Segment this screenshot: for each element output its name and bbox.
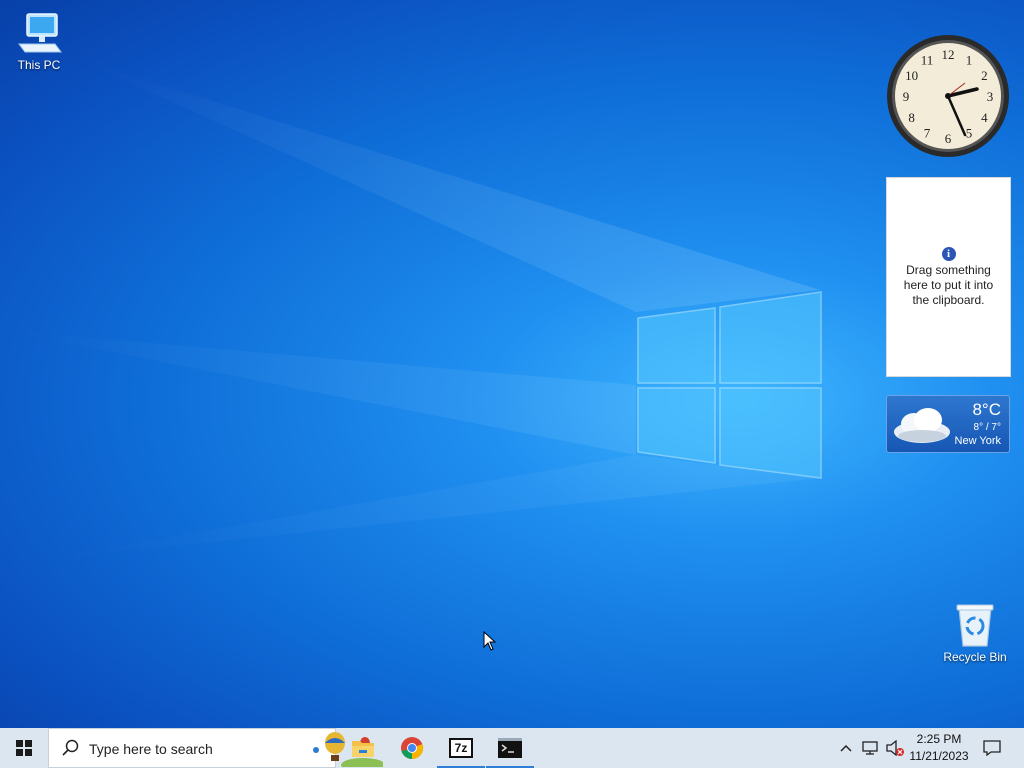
network-icon xyxy=(862,741,878,755)
taskbar-date: 11/21/2023 xyxy=(909,749,969,763)
this-pc-icon xyxy=(18,13,62,53)
mouse-cursor-icon xyxy=(483,631,497,651)
windows-logo-wallpaper xyxy=(637,291,822,479)
action-center-button[interactable] xyxy=(978,728,1006,768)
clock-number: 10 xyxy=(905,68,918,83)
taskbar-app-7zip[interactable]: 7z xyxy=(437,728,485,768)
clock-gadget[interactable]: 12 1 2 3 4 5 6 7 8 9 10 11 xyxy=(886,34,1010,158)
start-button[interactable] xyxy=(0,728,48,768)
clock-number: 1 xyxy=(966,53,973,68)
desktop[interactable]: This PC Recycle Bin 12 1 2 3 4 5 6 7 8 9 10 11 i Dr… xyxy=(0,0,1024,728)
clock-number: 6 xyxy=(945,131,952,146)
wallpaper-light-beams xyxy=(0,60,820,560)
clock-number: 12 xyxy=(942,47,955,62)
taskbar: Type here to search 7z 2:25 PM 11/21/202… xyxy=(0,728,1024,768)
weather-range: 8° / 7° xyxy=(973,422,1001,433)
search-placeholder: Type here to search xyxy=(89,741,213,757)
notification-icon xyxy=(983,740,1001,756)
cloud-icon xyxy=(894,408,950,443)
clipboard-message: Drag something here to put it into the c… xyxy=(903,262,994,307)
chrome-icon xyxy=(401,737,424,760)
taskbar-time: 2:25 PM xyxy=(916,732,962,746)
search-icon xyxy=(62,739,79,756)
clock-number: 7 xyxy=(924,125,931,140)
clock-number: 9 xyxy=(903,89,910,104)
clipboard-gadget[interactable]: i Drag something here to put it into the… xyxy=(886,177,1011,377)
folder-icon xyxy=(352,741,374,757)
recycle-bin-icon xyxy=(956,604,994,647)
analog-clock-face: 12 12 3 45678 9 1011 xyxy=(887,35,1009,157)
taskbar-clock[interactable]: 2:25 PM 11/21/2023 xyxy=(900,728,978,768)
info-icon: i xyxy=(941,246,956,261)
network-status-button[interactable] xyxy=(859,728,883,768)
desktop-icon-label: Recycle Bin xyxy=(943,650,1007,664)
taskbar-app-chrome[interactable] xyxy=(388,728,436,768)
clock-number: 5 xyxy=(966,125,973,140)
7zip-icon: 7z xyxy=(449,738,473,758)
taskbar-app-command-prompt[interactable] xyxy=(486,728,534,768)
chevron-up-icon xyxy=(840,744,852,752)
clock-number: 3 xyxy=(987,89,994,104)
show-hidden-icons-button[interactable] xyxy=(836,728,856,768)
desktop-icon-recycle-bin[interactable]: Recycle Bin xyxy=(937,602,1013,664)
clock-number: 8 xyxy=(908,110,915,125)
taskbar-search-box[interactable]: Type here to search xyxy=(48,728,383,768)
windows-start-icon xyxy=(16,740,32,756)
clock-number: 4 xyxy=(981,110,988,125)
desktop-icon-label: This PC xyxy=(17,58,61,72)
cmd-icon xyxy=(498,738,522,758)
clock-number: 11 xyxy=(921,53,934,68)
weather-city: New York xyxy=(954,435,1001,447)
weather-gadget[interactable]: 8°C 8° / 7° New York xyxy=(886,395,1010,453)
taskbar-app-file-explorer[interactable] xyxy=(339,728,387,768)
clock-number: 2 xyxy=(981,68,988,83)
desktop-icon-this-pc[interactable]: This PC xyxy=(1,10,77,72)
weather-temperature: 8°C xyxy=(972,400,1001,419)
